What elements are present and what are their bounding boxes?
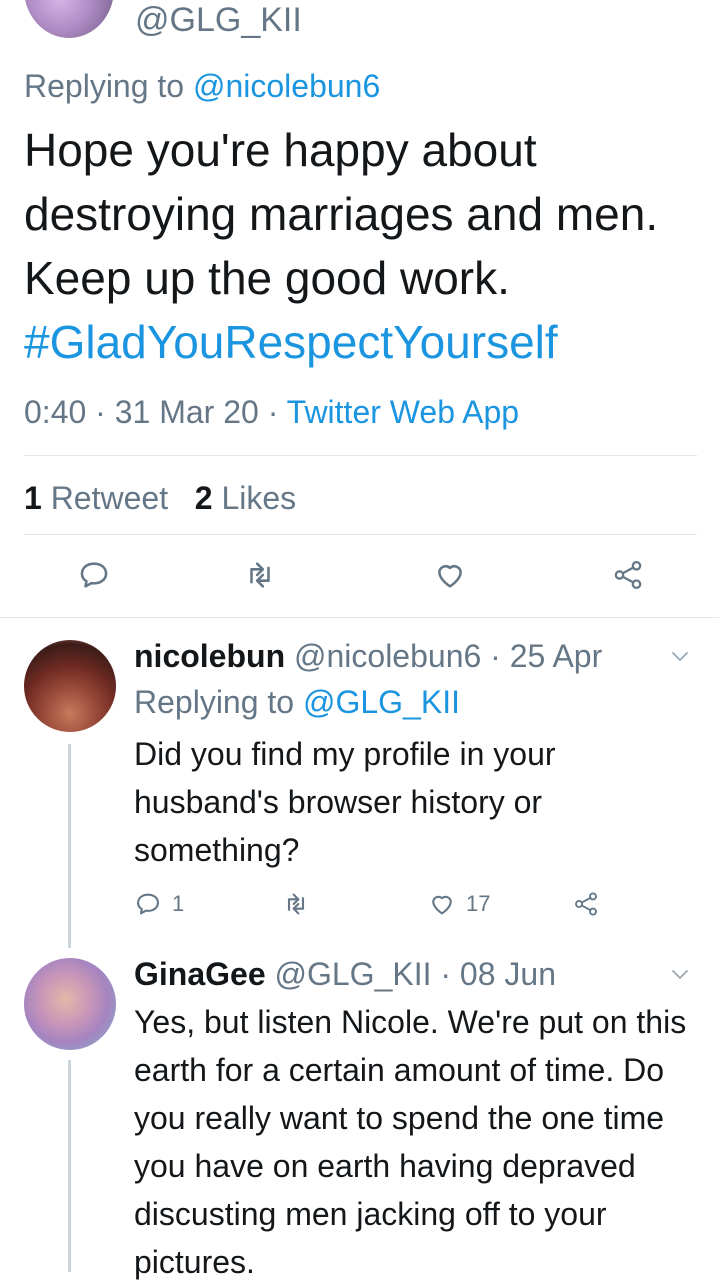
more-options-button[interactable]	[668, 644, 692, 673]
reply-header: GinaGee @GLG_KII · 08 Jun	[134, 952, 556, 996]
meta-separator: ·	[95, 394, 106, 430]
engagement-stats: 1 Retweet 2 Likes	[24, 476, 296, 520]
chevron-down-icon	[672, 970, 688, 979]
heart-icon	[438, 565, 462, 588]
reply-button[interactable]	[74, 555, 114, 595]
tweet-meta: 0:40 · 31 Mar 20 · Twitter Web App	[24, 390, 519, 434]
divider	[24, 455, 697, 456]
share-icon	[575, 892, 597, 916]
replying-to-line: Replying to @nicolebun6	[24, 66, 380, 106]
meta-separator: ·	[490, 638, 501, 674]
share-button[interactable]	[572, 890, 600, 918]
retweet-icon	[250, 562, 270, 588]
thread-line	[68, 1060, 71, 1272]
thread-line	[68, 744, 71, 948]
like-count: 2	[194, 480, 213, 516]
reply-icon	[80, 562, 108, 588]
likes-stat[interactable]: 2 Likes	[195, 480, 296, 516]
replying-to-link[interactable]: @GLG_KII	[303, 684, 460, 720]
divider	[24, 534, 697, 535]
reply-avatar[interactable]	[24, 640, 116, 732]
likes-label: Likes	[221, 480, 297, 516]
retweet-button[interactable]	[240, 555, 280, 595]
like-button[interactable]: 17	[428, 890, 490, 918]
heart-icon	[432, 895, 452, 915]
tweet-source-link[interactable]: Twitter Web App	[287, 394, 519, 430]
reply-author-handle[interactable]: @nicolebun6	[294, 638, 481, 674]
share-icon	[614, 560, 642, 590]
reply-date[interactable]: 25 Apr	[510, 638, 603, 674]
retweet-icon	[287, 893, 305, 915]
more-options-button[interactable]	[668, 962, 692, 991]
like-button[interactable]	[430, 555, 470, 595]
tweet-time: 0:40	[24, 394, 87, 430]
reply-avatar[interactable]	[24, 958, 116, 1050]
reply-author-handle[interactable]: @GLG_KII	[275, 956, 432, 992]
meta-separator: ·	[267, 394, 279, 430]
meta-separator: ·	[440, 956, 452, 992]
hashtag-link[interactable]: #GladYouRespectYourself	[24, 310, 704, 374]
like-count: 17	[466, 891, 491, 916]
reply-count: 1	[172, 891, 185, 916]
tweet-text: Hope you're happy about destroying marri…	[24, 124, 659, 304]
replying-to-link[interactable]: @nicolebun6	[193, 68, 380, 104]
retweet-count: 1	[24, 480, 42, 516]
reply-icon	[137, 893, 159, 915]
retweet-stat[interactable]: 1 Retweet	[24, 480, 168, 516]
replying-to-prefix: Replying to	[24, 68, 193, 104]
reply-text: Yes, but listen Nicole. We're put on thi…	[134, 1004, 687, 1280]
share-button[interactable]	[608, 555, 648, 595]
author-avatar[interactable]	[24, 0, 114, 38]
section-divider	[0, 617, 719, 618]
retweet-button[interactable]	[282, 890, 310, 918]
retweet-label: Retweet	[50, 480, 169, 516]
reply-author-name[interactable]: nicolebun	[134, 638, 285, 674]
reply-date[interactable]: 08 Jun	[460, 956, 556, 992]
replying-to-prefix: Replying to	[134, 684, 303, 720]
reply-button[interactable]: 1	[134, 890, 184, 918]
reply-author-name[interactable]: GinaGee	[134, 956, 266, 992]
replying-to-line: Replying to @GLG_KII	[134, 680, 460, 724]
tweet-body: Hope you're happy about destroying marri…	[24, 118, 704, 374]
reply-text: Did you find my profile in your husband'…	[134, 736, 556, 868]
reply-header: nicolebun @nicolebun6 · 25 Apr	[134, 634, 602, 678]
chevron-down-icon	[672, 652, 688, 661]
author-handle[interactable]: @GLG_KII	[135, 0, 302, 40]
tweet-date[interactable]: 31 Mar 20	[115, 394, 259, 430]
